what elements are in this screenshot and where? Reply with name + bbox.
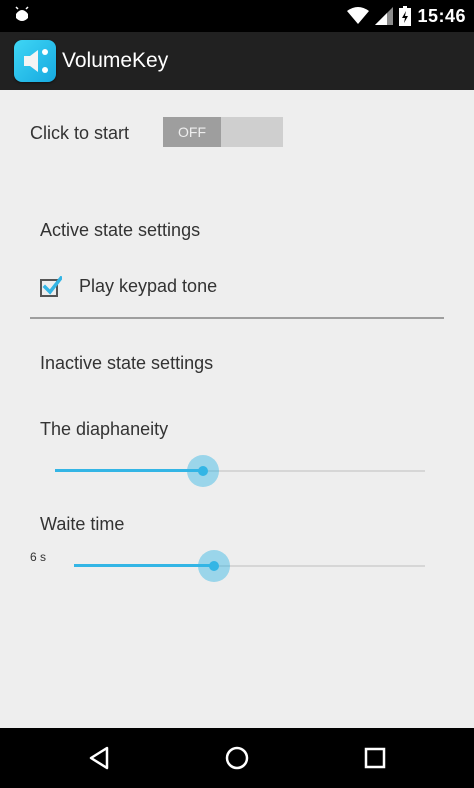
wait-time-slider[interactable] [74, 546, 425, 586]
keypad-tone-label[interactable]: Play keypad tone [79, 276, 217, 297]
diaphaneity-slider[interactable] [55, 451, 425, 491]
slider-thumb[interactable] [198, 550, 230, 582]
slider-fill [74, 564, 214, 567]
action-bar: VolumeKey [0, 32, 474, 90]
android-debug-icon [15, 6, 29, 21]
battery-icon [399, 6, 412, 26]
slider-fill [55, 469, 203, 472]
volume-key-app-icon [14, 40, 56, 82]
status-bar: 15:46 [0, 0, 474, 32]
start-toggle[interactable]: OFF [163, 117, 283, 147]
keypad-tone-checkbox[interactable] [40, 276, 62, 298]
recents-icon[interactable] [359, 742, 391, 774]
active-section-title: Active state settings [40, 220, 201, 240]
back-icon[interactable] [83, 742, 115, 774]
status-time: 15:46 [417, 5, 466, 26]
app-title: VolumeKey [62, 49, 169, 72]
settings-content: Click to start OFF Active state settings… [0, 90, 474, 728]
status-icons: 15:46 [347, 0, 466, 32]
start-label: Click to start [30, 123, 130, 143]
slider-thumb[interactable] [187, 455, 219, 487]
toggle-state: OFF [163, 117, 221, 147]
inactive-section-title: Inactive state settings [40, 353, 214, 373]
home-icon[interactable] [221, 742, 253, 774]
section-divider [30, 317, 444, 319]
diaphaneity-label: The diaphaneity [40, 419, 169, 439]
signal-icon [375, 7, 394, 25]
wait-time-value: 6 s [30, 550, 47, 564]
navigation-bar [0, 728, 474, 788]
wait-time-label: Waite time [40, 514, 125, 534]
wifi-icon [347, 7, 370, 24]
